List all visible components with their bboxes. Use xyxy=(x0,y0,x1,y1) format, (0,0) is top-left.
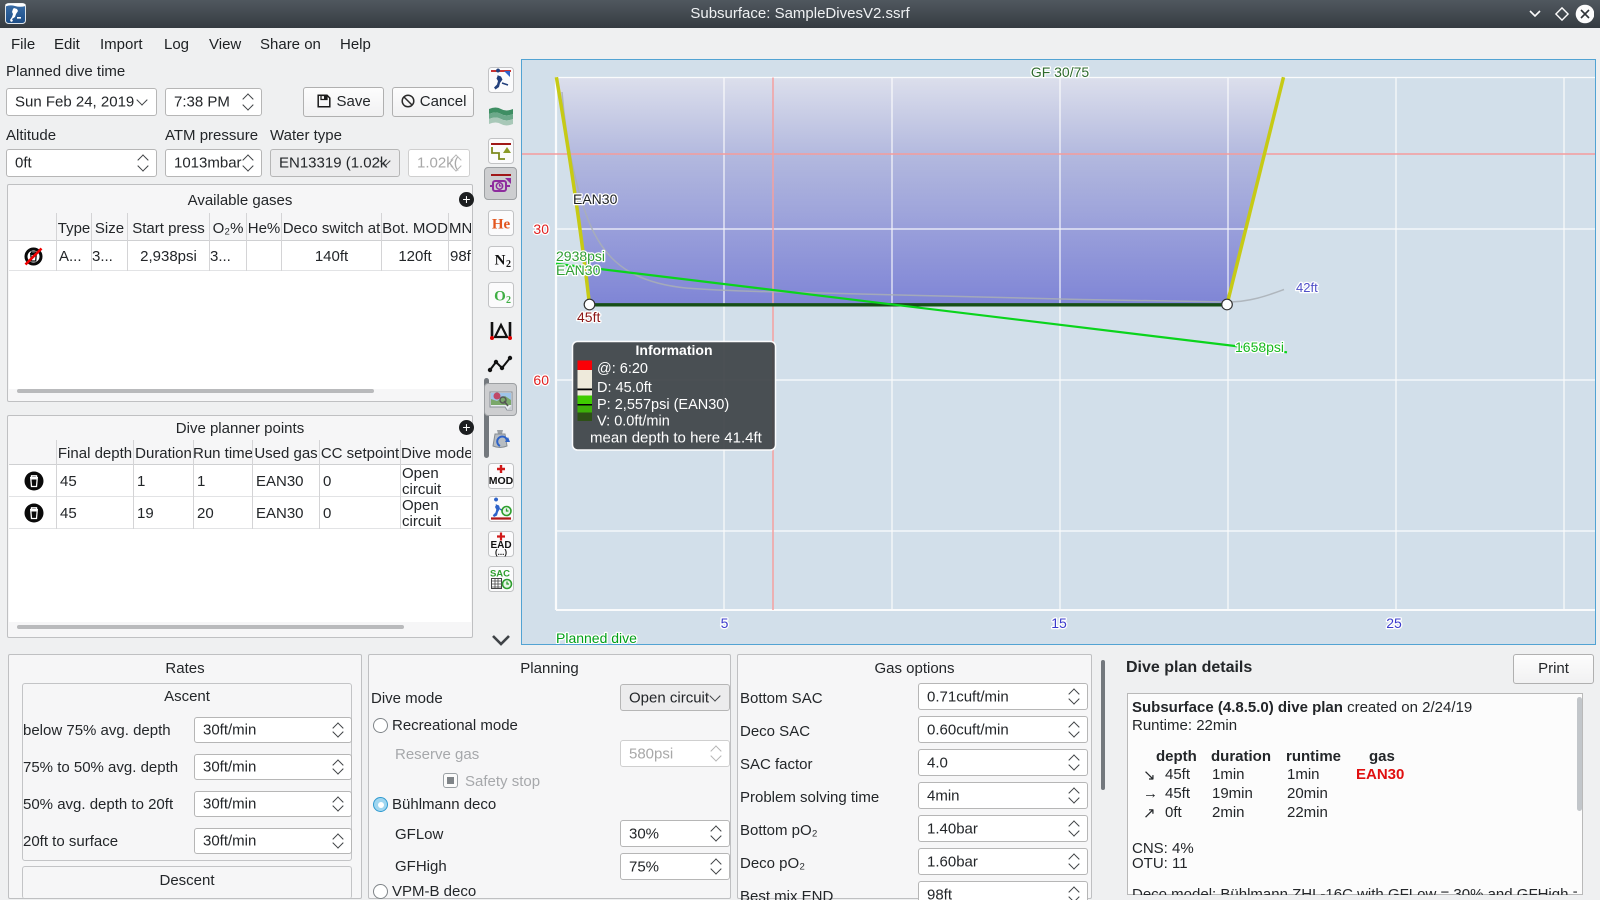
svg-text:GF 30/75: GF 30/75 xyxy=(1031,64,1090,80)
svg-text:EAN30: EAN30 xyxy=(573,191,618,207)
svg-text:5: 5 xyxy=(721,615,729,631)
svg-text:V: 0.0ft/min: V: 0.0ft/min xyxy=(597,414,670,430)
svg-text:P: 2,557psi (EAN30): P: 2,557psi (EAN30) xyxy=(597,397,729,413)
svg-text:45ft: 45ft xyxy=(577,309,600,325)
svg-text:mean depth to here 41.4ft: mean depth to here 41.4ft xyxy=(590,430,763,447)
svg-text:He: He xyxy=(492,217,511,233)
svg-text:2: 2 xyxy=(506,295,511,306)
svg-text:25: 25 xyxy=(1386,615,1402,631)
svg-text:Planned dive: Planned dive xyxy=(556,630,637,645)
svg-text:SAC: SAC xyxy=(490,569,510,580)
svg-text:MOD: MOD xyxy=(489,475,514,487)
svg-text:Information: Information xyxy=(636,342,713,358)
svg-text:30: 30 xyxy=(533,221,549,237)
svg-text:1658psi: 1658psi xyxy=(1235,339,1284,355)
svg-text:15: 15 xyxy=(1051,615,1067,631)
svg-text:(...): (...) xyxy=(495,548,507,557)
svg-text:42ft: 42ft xyxy=(1296,280,1318,295)
svg-text:O: O xyxy=(494,289,506,305)
svg-text:D: 45.0ft: D: 45.0ft xyxy=(597,380,652,396)
svg-text:60: 60 xyxy=(533,372,549,388)
svg-text:EAN30: EAN30 xyxy=(556,262,601,278)
svg-text:2: 2 xyxy=(506,259,511,270)
svg-text:N: N xyxy=(495,253,506,269)
svg-text:@: 6:20: @: 6:20 xyxy=(597,361,648,377)
